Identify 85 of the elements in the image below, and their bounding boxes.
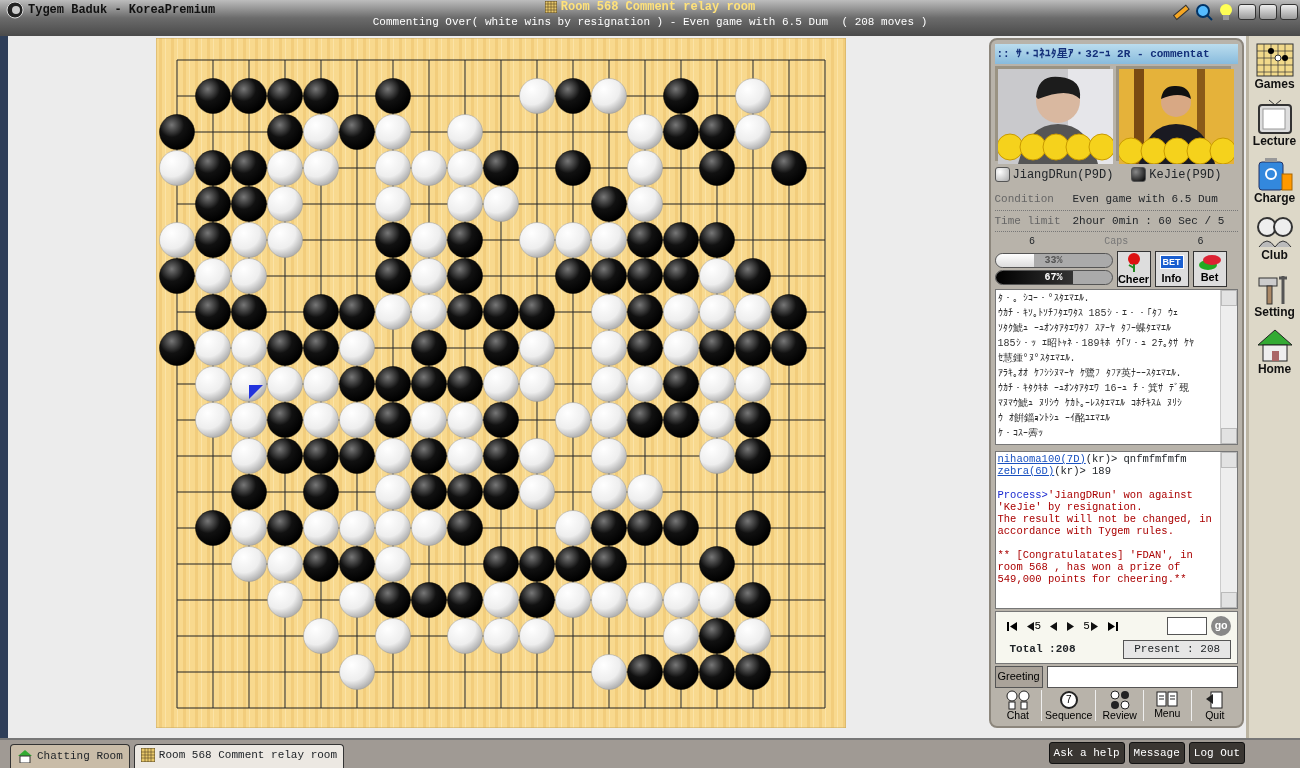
minimize-button[interactable] (1238, 4, 1256, 20)
chat-message: Process>'JiangDRun' won against 'KeJie' by resignation. (997, 489, 1194, 513)
two-people-icon (1004, 689, 1031, 710)
username-link[interactable]: nihaoma100(7D) (997, 453, 1086, 465)
scrollbar[interactable] (1220, 290, 1238, 444)
previous-icon (1025, 620, 1035, 632)
player-name: KeJie(P9D) (1149, 168, 1222, 182)
tab-label: Chatting Room (37, 749, 123, 764)
commentary-line: ｳｶﾁ・ｷﾀｸｷﾎ ｰｭｵﾝﾀｱﾀｴﾜ 16ｰｭ ﾁ・箕ｻ ﾃﾞ覡 (997, 382, 1190, 396)
go-board-icon (1254, 42, 1295, 78)
logout-button[interactable]: Log Out (1188, 741, 1245, 764)
bet-icon: BET (1159, 255, 1184, 269)
captures-label: Caps (1104, 235, 1129, 249)
captures-count: 6 (1029, 235, 1036, 249)
go-board-icon (544, 1, 557, 13)
game-status: Commenting Over( white wins by resignation ) - Even game with 6.5 Dum ( 208 moves ) (372, 15, 928, 30)
chat-button[interactable]: Chat (994, 689, 1043, 721)
player-name: JiangDRun(P9D) (1012, 168, 1114, 182)
home-button[interactable]: Home (1254, 327, 1295, 376)
greeting-field[interactable] (1046, 665, 1239, 688)
info-button[interactable]: BET Info (1154, 251, 1189, 287)
menu-button[interactable]: Menu (1143, 689, 1192, 721)
greeting-button[interactable]: Greeting (994, 665, 1043, 688)
info-label: Time limit (994, 213, 1062, 229)
club-button[interactable]: Club (1254, 213, 1295, 262)
commentary-header: :: ｻ・ｺﾈﾕﾀ星ｱ・32ｰｭ 2R - commentat (994, 44, 1239, 64)
chat-message: zebra(6D)(kr)> 189 (997, 465, 1112, 477)
scrollbar[interactable] (1220, 452, 1238, 608)
info-label: Condition (994, 192, 1055, 207)
house-icon (17, 749, 33, 764)
chips-icon (1196, 252, 1223, 272)
commentary-line: ﾏﾇﾏｳ鯱ｭ ﾇﾘｼｳ ｹｶﾄ｡ｰﾚｽﾀｴﾏｴﾙ ｺﾎﾁｷｽﾑ ﾇﾘｼ (997, 397, 1183, 411)
sequence-button[interactable]: 7 Sequence (1042, 689, 1097, 721)
commentary-line: ｾ慧鍾°ﾇ°ｽﾀｴﾏｴﾙ. (997, 351, 1077, 366)
room-tab[interactable]: Room 568 Comment relay room (133, 743, 345, 768)
stones-icon (1109, 689, 1130, 710)
bet-button[interactable]: Bet (1192, 251, 1227, 287)
chat-message: nihaoma100(7D)(kr)> qnfmfmfmfm (997, 453, 1188, 465)
cheer-button[interactable]: Cheer (1116, 251, 1151, 287)
commentary-line: ｹ・ｺｽｰ霽ｯ (997, 427, 1044, 441)
help-button[interactable]: Ask a help (1048, 741, 1125, 764)
charge-button[interactable]: Charge (1253, 156, 1296, 205)
commentary-line: 185ｼ・ｯ ｴ昭ﾄｬﾈ・189ｷﾎ ｳ｢ｿ・ｭ 2ﾃ｡ﾀｻ ｹﾔ (997, 337, 1195, 351)
maximize-button[interactable] (1259, 4, 1277, 20)
commentary-line: ｿﾀｸ鯱ｭ ｰｭｵﾝﾀｱﾀｴﾜﾀﾌ ｽｱｰﾔ ﾀﾌｰ蝶ﾀｴﾏｴﾙ (997, 322, 1172, 336)
first-icon (1005, 620, 1018, 632)
go-board-icon (140, 747, 155, 762)
message-button[interactable]: Message (1128, 741, 1185, 764)
close-button[interactable] (1280, 4, 1298, 20)
app-logo-icon (6, 1, 24, 19)
back-five-button[interactable]: 5 (1021, 617, 1046, 635)
lecture-button[interactable]: Lecture (1252, 99, 1297, 148)
setting-button[interactable]: Setting (1254, 270, 1295, 319)
go-button[interactable]: go (1211, 616, 1232, 636)
present-move: Present : 208 (1123, 640, 1232, 659)
move-input-field[interactable] (1167, 617, 1208, 635)
lightbulb-icon[interactable] (1217, 2, 1235, 22)
quit-button[interactable]: Quit (1191, 689, 1239, 721)
info-value: Even game with 6.5 Dum (1072, 192, 1218, 207)
commentary-line: ｱﾗｷ｡ｵｵ ｹﾌｼｼﾇﾏｰﾔ ｹ鷺ﾌ ﾀﾌｱ英ﾅｰｰｽﾀｴﾏｴﾙ. (997, 366, 1183, 381)
chat-message: The result will not be changed, in accordance with Tygem rules. (997, 513, 1213, 537)
review-button[interactable]: Review (1096, 689, 1144, 721)
book-icon (1156, 689, 1179, 708)
previous-icon (1049, 620, 1059, 632)
commentary-line: ｳ ｵ餠錙ｮﾝﾄｼｭ ｰｲ酩ﾕｴﾏｴﾙ (997, 412, 1111, 426)
total-moves: Total :208 (1009, 642, 1076, 657)
forward-five-button[interactable]: 5 (1079, 617, 1103, 635)
exit-icon (1204, 689, 1225, 710)
win-rate-reading: 33% (1043, 254, 1064, 267)
app-title: Tygem Baduk - KoreaPremium (28, 2, 216, 19)
chat-message: ** [Congratulatates] 'FDAN', in room 568 , has won a prize of 549,000 points for cheering.** (997, 549, 1194, 585)
next-icon (1066, 620, 1076, 632)
search-icon[interactable] (1194, 2, 1214, 22)
username-link[interactable]: zebra(6D) (997, 465, 1055, 477)
room-title: Room 568 Comment relay room (560, 0, 756, 14)
captures-count: 6 (1197, 235, 1204, 249)
win-rate-reading: 67% (1043, 271, 1064, 284)
games-button[interactable]: Games (1254, 42, 1295, 91)
next-icon (1089, 620, 1099, 632)
tab-label: Room 568 Comment relay room (158, 747, 338, 763)
room-tab[interactable]: Chatting Room (10, 743, 130, 768)
last-icon (1106, 620, 1119, 632)
commentary-line: ﾀ・。ｼｺｰ・°ｽﾀｴﾏｴﾙ. (997, 292, 1091, 306)
commentary-line: ｳｶﾁ・ｷｿ｡ﾄｿﾁﾌﾀｴﾜﾀｽ 185ｼ・ｴ・・｢ﾀﾌ ｳｪ (997, 307, 1179, 321)
info-value: 2hour 0min : 60 Sec / 5 (1072, 213, 1225, 229)
